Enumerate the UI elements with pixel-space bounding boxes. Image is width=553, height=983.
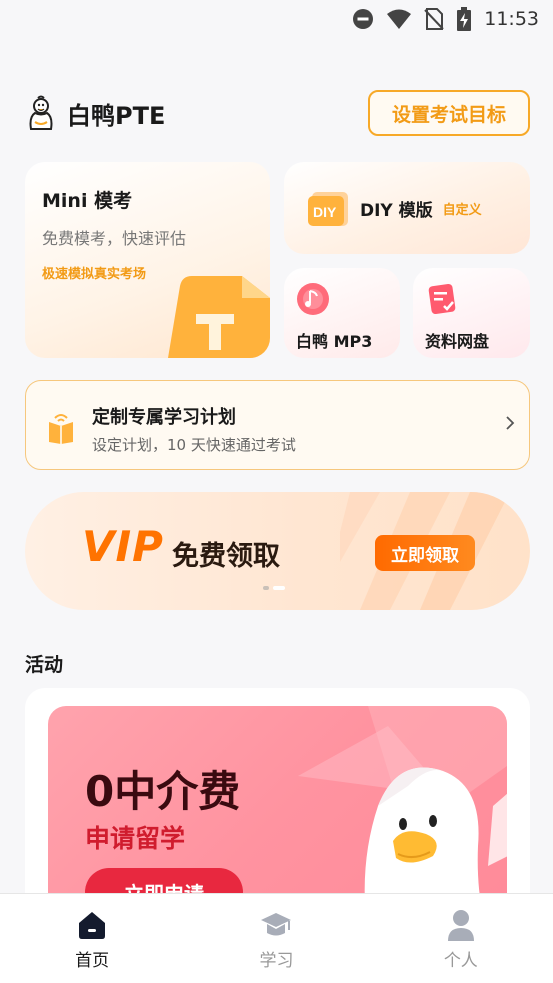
app-brand: 白鸭PTE bbox=[67, 101, 166, 130]
home-icon bbox=[79, 912, 106, 939]
tab-study[interactable]: 学习 bbox=[184, 894, 368, 983]
do-not-disturb-icon bbox=[353, 9, 374, 29]
promo-subtitle: 申请留学 bbox=[85, 824, 186, 853]
tab-profile[interactable]: 个人 bbox=[369, 894, 553, 983]
mini-mock-exam-card[interactable]: Mini 模考 免费模考，快速评估 极速模拟真实考场 bbox=[25, 162, 270, 358]
document-t-icon bbox=[168, 276, 270, 358]
bottom-tab-bar: 首页 学习 个人 bbox=[0, 893, 553, 983]
diy-card-label: DIY 模版 bbox=[360, 200, 433, 221]
study-plan-card[interactable]: 定制专属学习计划 设定计划，10 天快速通过考试 bbox=[25, 380, 530, 470]
claim-now-button[interactable]: 立即领取 bbox=[375, 535, 475, 571]
mini-card-tag: 极速模拟真实考场 bbox=[42, 267, 147, 282]
clock: 11:53 bbox=[484, 8, 539, 30]
battery-charging-icon bbox=[457, 7, 472, 31]
tab-profile-label: 个人 bbox=[443, 951, 478, 971]
mini-card-subtitle: 免费模考，快速评估 bbox=[42, 229, 187, 248]
activity-card: 0中介费 申请留学 立即申请 bbox=[25, 688, 530, 928]
diy-card-tag: 自定义 bbox=[442, 202, 482, 218]
duck-logo-icon bbox=[29, 95, 53, 130]
promo-title: 0中介费 bbox=[85, 767, 241, 816]
carousel-dot bbox=[263, 586, 269, 590]
activity-section-title: 活动 bbox=[25, 654, 64, 676]
carousel-dot-active bbox=[273, 586, 285, 590]
no-sim-icon bbox=[424, 8, 444, 30]
diy-template-card[interactable]: DIY DIY 模版 自定义 bbox=[284, 162, 530, 254]
plan-card-subtitle: 设定计划，10 天快速通过考试 bbox=[92, 436, 296, 454]
header: 白鸭PTE 设置考试目标 bbox=[25, 88, 530, 138]
disk-card-label: 资料网盘 bbox=[425, 332, 490, 351]
mp3-card-label: 白鸭 MP3 bbox=[296, 332, 373, 351]
mini-card-title: Mini 模考 bbox=[42, 190, 133, 212]
vip-free-label: 免费领取 bbox=[172, 541, 280, 572]
music-note-icon bbox=[297, 283, 329, 315]
person-icon bbox=[447, 910, 474, 941]
tab-home[interactable]: 首页 bbox=[0, 894, 184, 983]
mp3-card[interactable]: 白鸭 MP3 bbox=[284, 268, 400, 358]
book-icon bbox=[49, 414, 73, 444]
status-bar: 11:53 bbox=[0, 0, 553, 38]
chevron-right-icon bbox=[506, 416, 515, 430]
graduation-cap-icon bbox=[261, 913, 292, 936]
svg-text:DIY: DIY bbox=[313, 204, 337, 220]
tab-home-label: 首页 bbox=[75, 951, 110, 971]
tab-study-label: 学习 bbox=[259, 951, 294, 971]
resource-disk-card[interactable]: 资料网盘 bbox=[413, 268, 530, 358]
diy-template-icon: DIY bbox=[308, 192, 348, 226]
vip-label: VIP bbox=[82, 522, 164, 571]
wifi-icon bbox=[387, 9, 412, 29]
vip-banner[interactable]: VIP 免费领取 立即领取 bbox=[25, 492, 530, 610]
folder-document-icon bbox=[428, 283, 456, 315]
plan-card-title: 定制专属学习计划 bbox=[92, 407, 236, 428]
carousel-indicator bbox=[263, 586, 285, 590]
set-exam-goal-button[interactable]: 设置考试目标 bbox=[368, 90, 530, 136]
